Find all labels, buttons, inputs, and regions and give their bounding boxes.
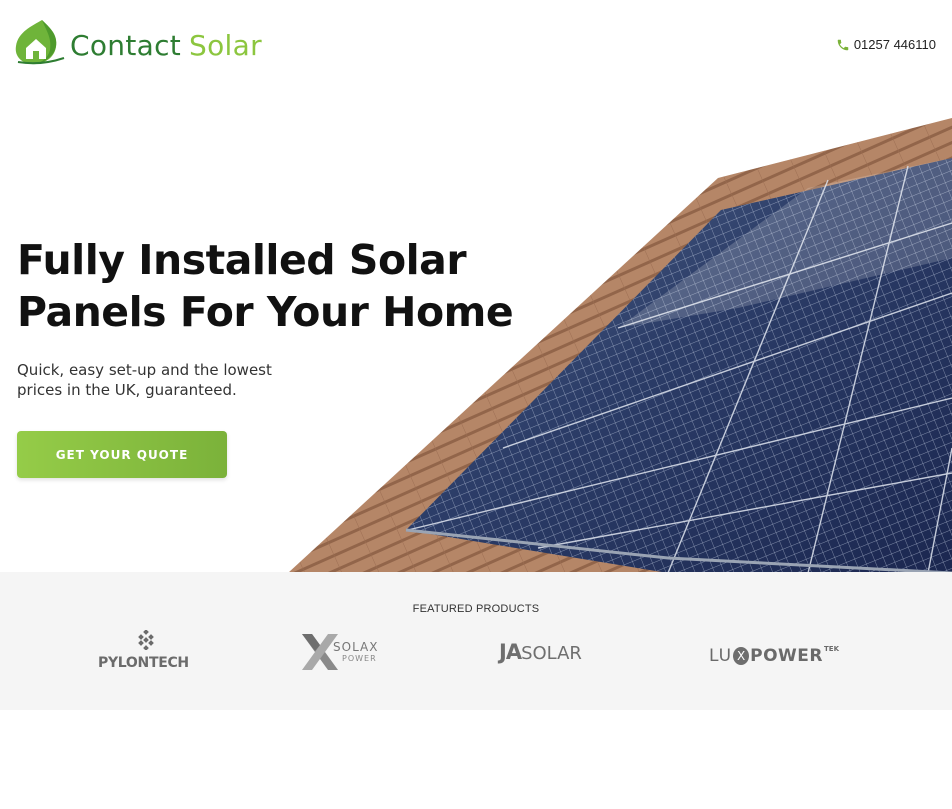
hero-solar-roof-image — [288, 118, 952, 573]
ja-wordmark: JA — [499, 640, 522, 664]
brand-logo-luxpower[interactable]: LU X POWER TEK — [709, 642, 839, 670]
lux-tek-text: TEK — [824, 645, 839, 653]
brand-logo-ja-solar[interactable]: JASOLAR — [499, 640, 609, 670]
hero-title-line1: Fully Installed Solar — [17, 236, 467, 284]
brand-logo-solax[interactable]: SOLAX POWER — [300, 632, 392, 674]
phone-number: 01257 446110 — [853, 37, 936, 52]
phone-icon — [837, 39, 849, 50]
ja-solar-text: SOLAR — [521, 643, 582, 664]
leaf-house-icon — [15, 20, 65, 65]
pylontech-wordmark: PYLONTECH — [98, 655, 189, 671]
logo-word-solar: Solar — [189, 28, 262, 62]
site-logo[interactable]: Contact Solar — [12, 18, 262, 66]
lux-wordmark-lu: LU — [709, 646, 733, 666]
hero-title-line2: Panels For Your Home — [17, 288, 514, 336]
hero-subtitle: Quick, easy set-up and the lowest prices… — [17, 361, 272, 399]
logo-word-contact: Contact — [70, 28, 182, 62]
featured-products-section: FEATURED PRODUCTS PYLONTECH SOLAX POWER … — [0, 572, 952, 710]
lux-x-badge: X — [733, 647, 750, 665]
phone-link[interactable]: 01257 446110 — [836, 37, 936, 52]
lux-wordmark-power: POWER — [750, 646, 824, 666]
solax-wordmark: SOLAX — [333, 640, 379, 654]
featured-products-title: FEATURED PRODUCTS — [412, 603, 540, 615]
solax-power-text: POWER — [342, 654, 377, 663]
get-quote-button[interactable]: GET YOUR QUOTE — [17, 431, 227, 478]
brand-logo-pylontech[interactable]: PYLONTECH — [98, 630, 194, 672]
hero-title: Fully Installed Solar Panels For Your Ho… — [17, 234, 514, 338]
pylontech-mark-icon — [138, 630, 154, 650]
